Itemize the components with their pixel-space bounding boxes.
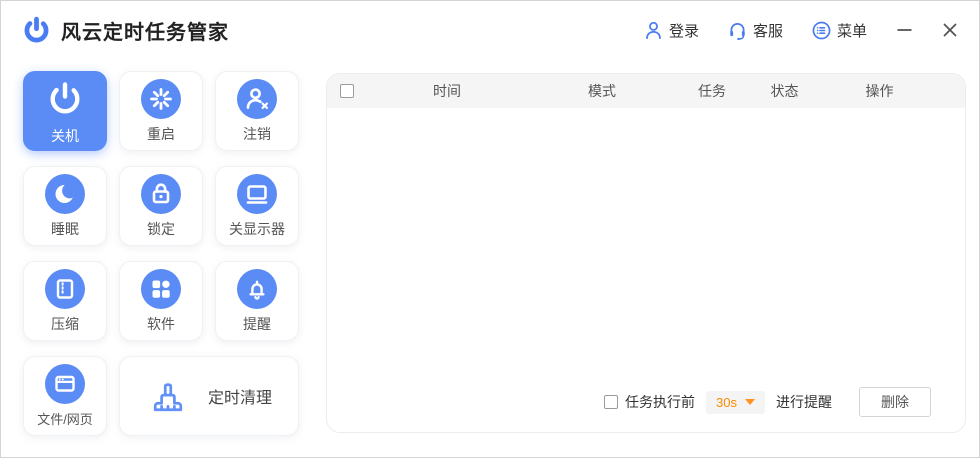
sidebar-item-label: 压缩 (51, 315, 79, 332)
task-panel: 时间 模式 任务 状态 操作 任务执行前 30s 进行提醒 删除 (326, 73, 966, 433)
sidebar-item-monitor-off[interactable]: 关显示器 (215, 166, 299, 246)
app-logo-power-icon (21, 15, 52, 46)
sidebar-item-reminder[interactable]: 提醒 (215, 261, 299, 341)
restart-icon (141, 78, 181, 119)
chevron-down-icon (745, 399, 755, 405)
user-login-icon (643, 20, 664, 41)
sidebar-item-label: 锁定 (147, 220, 175, 237)
app-title: 风云定时任务管家 (61, 21, 229, 44)
sidebar-item-label: 重启 (147, 125, 175, 142)
sidebar-item-lock[interactable]: 锁定 (119, 166, 203, 246)
login-label: 登录 (668, 22, 699, 40)
interval-dropdown[interactable]: 30s (706, 390, 765, 414)
headset-icon (727, 20, 748, 41)
header-time: 时间 (433, 83, 461, 99)
select-all-checkbox[interactable] (340, 84, 354, 98)
task-table-header: 时间 模式 任务 状态 操作 (327, 74, 965, 108)
monitor-off-icon (237, 173, 277, 214)
remind-after-label: 进行提醒 (776, 394, 832, 410)
interval-value: 30s (716, 394, 737, 410)
power-icon (43, 77, 87, 121)
browser-icon (45, 364, 85, 404)
sidebar-item-software[interactable]: 软件 (119, 261, 203, 341)
remind-before-label: 任务执行前 (625, 394, 696, 410)
topbar: 风云定时任务管家 登录 客服 菜单 (1, 1, 979, 59)
header-operation: 操作 (865, 83, 894, 99)
software-icon (141, 268, 181, 309)
broom-icon (146, 375, 190, 417)
sidebar-item-restart[interactable]: 重启 (119, 71, 203, 151)
menu-label: 菜单 (836, 22, 867, 40)
sidebar-item-label: 文件/网页 (37, 412, 93, 427)
sidebar-item-logoff[interactable]: 注销 (215, 71, 299, 151)
support-label: 客服 (752, 22, 783, 40)
sidebar-item-file-web[interactable]: 文件/网页 (23, 356, 107, 436)
delete-button[interactable]: 删除 (859, 387, 931, 417)
lock-icon (141, 173, 181, 214)
sidebar-item-sleep[interactable]: 睡眠 (23, 166, 107, 246)
sleep-icon (45, 173, 85, 214)
app-window: 风云定时任务管家 登录 客服 菜单 关机 重启 注销 睡眠 锁定 关显示器 压缩… (0, 0, 980, 458)
sidebar-item-label: 定时清理 (207, 390, 272, 407)
bell-icon (237, 268, 277, 309)
task-table-body (327, 108, 965, 388)
header-task: 任务 (698, 83, 726, 99)
select-all-cell (327, 84, 367, 98)
sidebar-item-label: 关显示器 (229, 220, 285, 237)
minimize-button[interactable] (895, 21, 913, 39)
topbar-right: 登录 客服 菜单 (615, 20, 959, 41)
sidebar-item-label: 软件 (147, 315, 175, 332)
close-button[interactable] (941, 21, 959, 39)
header-status: 状态 (770, 83, 799, 99)
sidebar-item-label: 睡眠 (51, 220, 79, 237)
logout-icon (237, 78, 277, 119)
sidebar-item-label: 注销 (243, 125, 271, 142)
sidebar-item-label: 提醒 (243, 315, 271, 332)
sidebar-item-scheduled-clean[interactable]: 定时清理 (119, 356, 299, 436)
sidebar-item-compress[interactable]: 压缩 (23, 261, 107, 341)
compress-icon (45, 268, 85, 309)
support-button[interactable]: 客服 (727, 20, 783, 41)
panel-footer: 任务执行前 30s 进行提醒 删除 (604, 387, 931, 417)
remind-checkbox[interactable] (604, 395, 619, 409)
menu-circle-icon (811, 20, 832, 41)
menu-button[interactable]: 菜单 (811, 20, 867, 41)
sidebar: 关机 重启 注销 睡眠 锁定 关显示器 压缩 软件 提醒 文件/网页 定时清理 (23, 71, 299, 436)
login-button[interactable]: 登录 (643, 20, 699, 41)
sidebar-item-label: 关机 (51, 127, 79, 144)
sidebar-item-shutdown[interactable]: 关机 (23, 71, 107, 151)
header-mode: 模式 (588, 83, 616, 99)
